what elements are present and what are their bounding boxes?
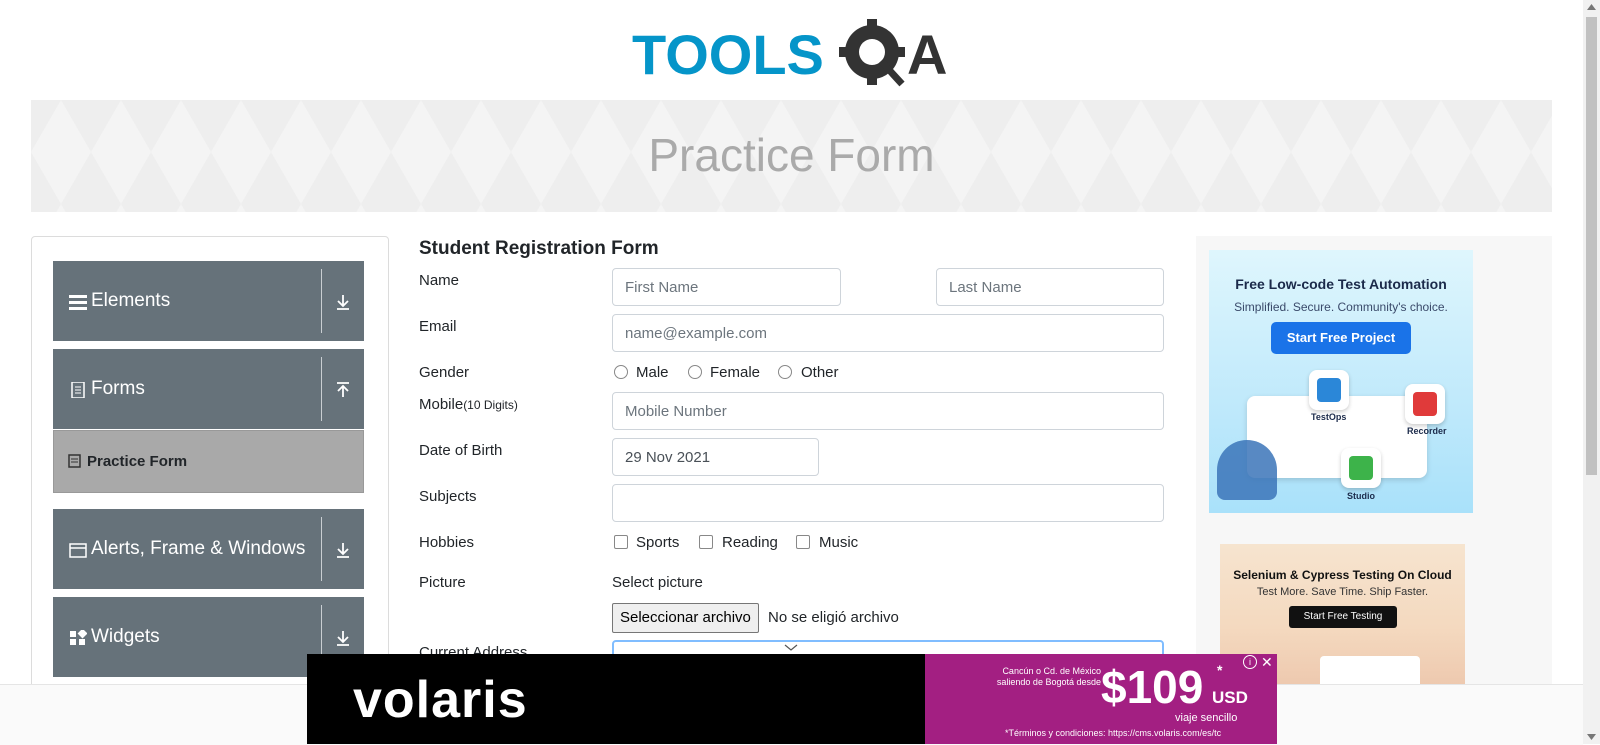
divider (321, 269, 322, 333)
katalon-ad[interactable]: Free Low-code Test Automation Simplified… (1209, 250, 1473, 513)
chevron-down-icon (784, 644, 798, 651)
studio-icon (1341, 448, 1381, 488)
sidebar-item-practice-form[interactable]: Practice Form (53, 430, 364, 493)
widgets-icon (70, 630, 87, 645)
hobby-sports-checkbox[interactable] (614, 535, 628, 549)
toolsqa-logo[interactable]: TOOLS A (632, 14, 952, 94)
gender-male-radio[interactable] (614, 365, 628, 379)
gender-other-radio[interactable] (778, 365, 792, 379)
menu-icon (69, 295, 87, 310)
ad-title: Free Low-code Test Automation (1235, 276, 1447, 292)
sidebar-group-label: Alerts, Frame & Windows (91, 538, 306, 559)
gender-option-label[interactable]: Male (636, 364, 669, 381)
file-status: No se eligió archivo (768, 609, 899, 626)
ad-route: Cancún o Cd. de México saliendo de Bogot… (996, 666, 1101, 687)
form-title: Student Registration Form (419, 238, 659, 259)
ad-asterisk: * (1217, 662, 1223, 678)
arrow-down-icon[interactable] (334, 293, 352, 311)
ad-price: $109 (1101, 661, 1204, 713)
ad-brand: volaris (353, 671, 528, 729)
dob-input[interactable]: 29 Nov 2021 (612, 438, 819, 476)
logo-text-left: TOOLS (632, 23, 824, 86)
choose-file-button[interactable]: Seleccionar archivo (612, 603, 759, 633)
ad-tag: Recorder (1407, 426, 1447, 436)
ad-currency: USD (1212, 688, 1248, 707)
window-icon (69, 543, 87, 558)
select-picture-label: Select picture (612, 574, 703, 591)
hobby-option-label[interactable]: Sports (636, 534, 679, 551)
ad-title: Selenium & Cypress Testing On Cloud (1233, 568, 1452, 582)
ad-illustration-screen (1320, 656, 1420, 684)
hobby-reading-checkbox[interactable] (699, 535, 713, 549)
dob-value: 29 Nov 2021 (625, 449, 711, 466)
ad-close-icon[interactable]: ✕ (1261, 654, 1273, 671)
scroll-down-icon[interactable] (1587, 734, 1596, 740)
ad-cta-button[interactable]: Start Free Project (1271, 322, 1411, 354)
first-name-input[interactable]: First Name (612, 268, 841, 306)
sidebar-group-alerts[interactable]: Alerts, Frame & Windows (53, 509, 364, 589)
arrow-down-icon[interactable] (334, 629, 352, 647)
arrow-up-icon[interactable] (334, 381, 352, 399)
last-name-input[interactable]: Last Name (936, 268, 1164, 306)
form-icon (68, 454, 81, 468)
picture-label: Picture (419, 574, 466, 591)
robot-icon (1217, 440, 1277, 500)
hobby-option-label[interactable]: Music (819, 534, 858, 551)
sidebar-group-label: Elements (91, 290, 171, 311)
email-input[interactable]: name@example.com (612, 314, 1164, 352)
subjects-input[interactable] (612, 484, 1164, 522)
gender-option-label[interactable]: Female (710, 364, 760, 381)
sidebar-group-elements[interactable]: Elements (53, 261, 364, 341)
ad-cta-button[interactable]: Start Free Testing (1289, 606, 1397, 628)
ad-note: viaje sencillo (1175, 712, 1238, 724)
divider (321, 357, 322, 421)
scrollbar-thumb[interactable] (1586, 17, 1597, 475)
gender-option-label[interactable]: Other (801, 364, 839, 381)
mobile-input[interactable]: Mobile Number (612, 392, 1164, 430)
ad-promo-panel: Cancún o Cd. de México saliendo de Bogot… (925, 654, 1277, 744)
hobby-music-checkbox[interactable] (796, 535, 810, 549)
ad-subtitle: Simplified. Secure. Community's choice. (1234, 300, 1448, 314)
email-label: Email (419, 318, 457, 335)
mobile-hint: (10 Digits) (463, 398, 518, 412)
subjects-label: Subjects (419, 488, 477, 505)
ad-terms: *Términos y condiciones: https://cms.vol… (1005, 728, 1222, 738)
gender-female-radio[interactable] (688, 365, 702, 379)
ad-subtitle: Test More. Save Time. Ship Faster. (1256, 586, 1429, 598)
testops-icon (1309, 370, 1349, 410)
page-banner: Practice Form (31, 100, 1552, 212)
hobbies-label: Hobbies (419, 534, 475, 551)
sidebar-group-label: Forms (91, 378, 145, 399)
divider (321, 517, 322, 581)
page-title: Practice Form (648, 129, 935, 181)
name-label: Name (419, 272, 460, 289)
sidebar-group-forms[interactable]: Forms (53, 349, 364, 429)
sidebar: Elements Forms Practice Form Alerts, Fra… (31, 236, 389, 698)
dob-label: Date of Birth (419, 442, 503, 459)
scroll-up-icon[interactable] (1587, 4, 1596, 10)
sidebar-item-label: Practice Form (87, 453, 188, 470)
gender-label: Gender (419, 364, 470, 381)
hobby-option-label[interactable]: Reading (722, 534, 778, 551)
ad-tag: Studio (1347, 491, 1375, 501)
arrow-down-icon[interactable] (334, 541, 352, 559)
volaris-ad[interactable]: volaris Cancún o Cd. de México saliendo … (307, 654, 1277, 744)
ad-tag: TestOps (1311, 412, 1347, 422)
mobile-label-text: Mobile (419, 396, 464, 413)
logo-text-right: A (907, 23, 947, 86)
sidebar-group-label: Widgets (91, 626, 160, 647)
recorder-icon (1405, 384, 1445, 424)
document-icon (71, 382, 85, 398)
ad-info-icon[interactable]: i (1243, 655, 1257, 669)
mobile-label: Mobile(10 Digits) (419, 396, 518, 413)
